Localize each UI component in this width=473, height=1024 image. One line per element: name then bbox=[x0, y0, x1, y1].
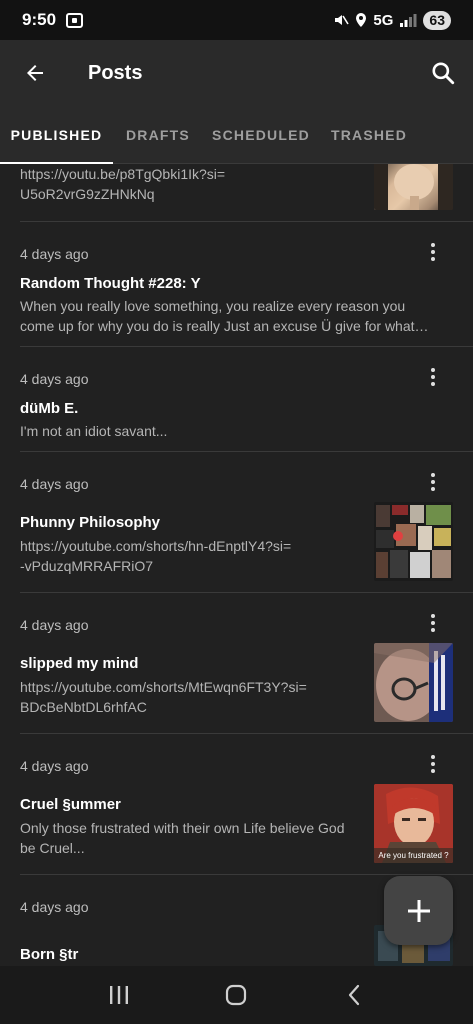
dot bbox=[431, 628, 435, 632]
post-date: 4 days ago bbox=[20, 371, 89, 387]
dot bbox=[431, 368, 435, 372]
post-date: 4 days ago bbox=[20, 476, 89, 492]
dot bbox=[431, 375, 435, 379]
post-thumbnail[interactable] bbox=[374, 643, 453, 722]
post-thumbnail[interactable] bbox=[374, 164, 453, 210]
list-item[interactable]: 4 days ago Phunny Philosophy https://you… bbox=[0, 452, 473, 593]
post-body-line: Only those frustrated with their own Lif… bbox=[20, 820, 345, 836]
more-options-button[interactable] bbox=[423, 470, 443, 494]
list-item[interactable]: 4 days ago Random Thought #228: Y When y… bbox=[0, 222, 473, 347]
more-options-button[interactable] bbox=[423, 752, 443, 776]
post-body-line: https://youtube.com/shorts/MtEwqn6FT3Y?s… bbox=[20, 679, 307, 695]
dot bbox=[431, 487, 435, 491]
home-button[interactable] bbox=[216, 975, 256, 1015]
tab-published[interactable]: PUBLISHED bbox=[0, 106, 113, 165]
more-options-button[interactable] bbox=[423, 365, 443, 389]
search-icon bbox=[432, 62, 455, 85]
home-icon bbox=[226, 984, 247, 1006]
recent-apps-button[interactable] bbox=[99, 975, 139, 1015]
post-body-line: When you really love something, you real… bbox=[20, 298, 406, 314]
post-body: I'm not an idiot savant... bbox=[20, 421, 167, 441]
post-title: Born §tr bbox=[20, 946, 79, 963]
plus-icon bbox=[407, 899, 430, 922]
dot bbox=[431, 382, 435, 386]
search-button[interactable] bbox=[413, 40, 473, 106]
thumbnail-image bbox=[374, 643, 453, 722]
thumbnail-caption: Are you frustrated ? bbox=[378, 851, 449, 860]
list-item[interactable]: 4 days ago Cruel §ummer Only those frust… bbox=[0, 734, 473, 875]
post-list[interactable]: https://youtu.be/p8TgQbki1Ik?si= U5oR2vr… bbox=[0, 164, 473, 966]
post-title: Random Thought #228: Y bbox=[20, 275, 201, 292]
screen-record-icon bbox=[66, 12, 84, 28]
dot bbox=[431, 473, 435, 477]
post-body-line: -vPduzqMRRAFRiO7 bbox=[20, 558, 154, 574]
recent-apps-icon bbox=[109, 986, 128, 1004]
back-button[interactable] bbox=[0, 40, 70, 106]
post-date: 4 days ago bbox=[20, 617, 89, 633]
status-indicators: 5G 63 bbox=[333, 10, 451, 30]
post-body: https://youtube.com/shorts/hn-dEnptlY4?s… bbox=[20, 536, 291, 576]
post-title: Cruel §ummer bbox=[20, 796, 121, 813]
tab-trashed[interactable]: TRASHED bbox=[319, 106, 419, 164]
post-body: https://youtube.com/shorts/MtEwqn6FT3Y?s… bbox=[20, 677, 307, 717]
dot bbox=[431, 257, 435, 261]
thumbnail-image bbox=[374, 164, 453, 210]
dot bbox=[431, 621, 435, 625]
post-body-line: be Cruel... bbox=[20, 840, 85, 856]
post-thumbnail[interactable]: Are you frustrated ? bbox=[374, 784, 453, 863]
post-date: 4 days ago bbox=[20, 899, 89, 915]
network-type: 5G bbox=[373, 11, 394, 29]
post-body: Only those frustrated with their own Lif… bbox=[20, 818, 360, 858]
list-item[interactable]: 4 days ago slipped my mind https://youtu… bbox=[0, 593, 473, 734]
post-body-line: https://youtube.com/shorts/hn-dEnptlY4?s… bbox=[20, 538, 292, 554]
list-item[interactable]: 4 days ago düMb E. I'm not an idiot sava… bbox=[0, 347, 473, 452]
post-title: düMb E. bbox=[20, 400, 79, 417]
post-date: 4 days ago bbox=[20, 758, 89, 774]
tab-drafts[interactable]: DRAFTS bbox=[113, 106, 203, 164]
post-body: When you really love something, you real… bbox=[20, 296, 450, 336]
status-bar: 9:50 5G 63 bbox=[0, 0, 473, 40]
post-body-line: I'm not an idiot savant... bbox=[20, 423, 168, 439]
status-time: 9:50 bbox=[22, 10, 57, 29]
post-date: 4 days ago bbox=[20, 246, 89, 262]
post-body-line: BDcBeNbtDL6rhfAC bbox=[20, 699, 147, 715]
dot bbox=[431, 755, 435, 759]
dot bbox=[431, 250, 435, 254]
thumbnail-image bbox=[374, 502, 453, 581]
tab-scheduled[interactable]: SCHEDULED bbox=[203, 106, 319, 164]
post-body-line: come up for why you do is really Just an… bbox=[20, 318, 429, 334]
back-icon bbox=[349, 984, 360, 1006]
mute-icon bbox=[335, 15, 350, 25]
more-options-button[interactable] bbox=[423, 240, 443, 264]
create-post-button[interactable] bbox=[384, 876, 453, 945]
page-title: Posts bbox=[88, 61, 143, 84]
more-options-button[interactable] bbox=[423, 611, 443, 635]
post-body-line: U5oR2vrG9zZHNkNq bbox=[20, 186, 155, 202]
system-nav-bar bbox=[0, 966, 473, 1024]
dot bbox=[431, 762, 435, 766]
app-bar: Posts bbox=[0, 40, 473, 106]
arrow-left-icon bbox=[27, 65, 43, 81]
signal-icon bbox=[400, 14, 417, 27]
post-title: Phunny Philosophy bbox=[20, 514, 161, 531]
dot bbox=[431, 480, 435, 484]
dot bbox=[431, 243, 435, 247]
dot bbox=[431, 769, 435, 773]
system-back-button[interactable] bbox=[334, 975, 374, 1015]
location-icon bbox=[356, 13, 367, 27]
post-body-line: https://youtu.be/p8TgQbki1Ik?si= bbox=[20, 166, 226, 182]
post-title: slipped my mind bbox=[20, 655, 139, 672]
battery-indicator: 63 bbox=[423, 10, 451, 30]
dot bbox=[431, 614, 435, 618]
post-thumbnail[interactable] bbox=[374, 502, 453, 581]
list-item[interactable]: https://youtu.be/p8TgQbki1Ik?si= U5oR2vr… bbox=[0, 164, 473, 222]
tab-bar: PUBLISHED DRAFTS SCHEDULED TRASHED bbox=[0, 106, 473, 165]
post-body: https://youtu.be/p8TgQbki1Ik?si= U5oR2vr… bbox=[20, 164, 225, 204]
